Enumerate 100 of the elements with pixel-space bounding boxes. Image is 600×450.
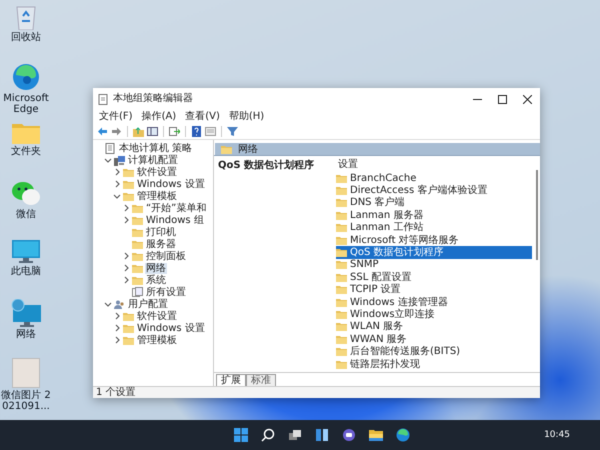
expand-chevron-icon[interactable] <box>122 252 130 260</box>
tree-item[interactable]: 打印机 <box>145 226 177 238</box>
close-icon[interactable] <box>523 94 532 104</box>
desktop-icon-label[interactable]: 网络 <box>16 329 36 340</box>
widgets-icon[interactable] <box>315 428 330 442</box>
tree-item[interactable]: 管理模板 <box>136 334 178 346</box>
edge-icon[interactable] <box>396 428 410 442</box>
console-tree-icon[interactable] <box>147 126 158 137</box>
tree-item[interactable]: 管理模板 <box>136 190 178 202</box>
desktop-icon-label[interactable]: Microsoft Edge <box>0 93 52 115</box>
document-icon <box>105 142 116 154</box>
network-monitor-icon <box>11 299 41 327</box>
filter-icon[interactable] <box>227 126 238 137</box>
tab[interactable]: 标准 <box>246 374 276 386</box>
desktop-icon-label[interactable]: 回收站 <box>11 32 41 43</box>
chat-icon[interactable] <box>342 428 356 442</box>
collapse-chevron-icon[interactable] <box>104 156 112 164</box>
properties-icon[interactable] <box>205 126 216 137</box>
menu-item[interactable]: 文件(F) <box>99 111 133 123</box>
expand-chevron-icon[interactable] <box>113 168 121 176</box>
folder-icon <box>132 252 143 260</box>
list-item[interactable]: Lanman 工作站 <box>336 222 532 234</box>
folder-icon <box>12 122 40 144</box>
list-item[interactable]: BranchCache <box>336 172 532 184</box>
help-icon[interactable] <box>191 126 202 137</box>
menu-item[interactable]: 帮助(H) <box>228 111 264 123</box>
scrollbar[interactable] <box>536 170 538 260</box>
collapse-chevron-icon[interactable] <box>104 300 112 308</box>
tree-item[interactable]: 计算机配置 <box>127 154 179 166</box>
collapse-chevron-icon[interactable] <box>113 192 121 200</box>
start-icon[interactable] <box>234 428 248 442</box>
tree-item[interactable]: Windows 设置 <box>136 322 206 334</box>
folder-up-icon[interactable] <box>133 126 144 137</box>
folder-icon <box>132 228 143 236</box>
list-item[interactable]: 后台智能传送服务(BITS) <box>336 345 532 358</box>
maximize-icon[interactable] <box>498 94 507 104</box>
tree-item[interactable]: “开始”菜单和 <box>145 202 208 214</box>
tree-item[interactable]: 控制面板 <box>145 250 187 262</box>
folder-icon <box>336 360 347 369</box>
expand-chevron-icon[interactable] <box>122 216 130 224</box>
list-item[interactable]: TCPIP 设置 <box>336 284 532 296</box>
tree-item[interactable]: 所有设置 <box>145 286 187 298</box>
column-header[interactable]: 设置 <box>338 159 358 171</box>
folder-icon <box>336 260 347 270</box>
list-item[interactable]: QoS 数据包计划程序 <box>336 246 532 259</box>
list-item[interactable]: SNMP <box>336 258 532 272</box>
desktop-icon-label[interactable]: 文件夹 <box>11 146 41 157</box>
folder-icon <box>123 192 134 200</box>
list-item[interactable]: Windows 连接管理器 <box>336 296 532 308</box>
tab[interactable]: 扩展 <box>216 374 246 386</box>
list-item[interactable]: SSL 配置设置 <box>336 271 532 284</box>
list-item[interactable]: WWAN 服务 <box>336 333 532 346</box>
folder-icon <box>336 272 347 282</box>
desktop-icon-label[interactable]: 微信 <box>16 209 36 220</box>
task-view-icon[interactable] <box>288 428 302 442</box>
tree-item[interactable]: Windows 组 <box>145 214 205 226</box>
back-arrow-icon[interactable] <box>97 126 108 137</box>
folder-icon <box>132 240 143 248</box>
menu-item[interactable]: 操作(A) <box>142 111 176 123</box>
list-item[interactable]: DirectAccess 客户端体验设置 <box>336 184 532 197</box>
folder-icon[interactable] <box>369 428 384 442</box>
recycle-bin-icon <box>15 4 37 30</box>
list-item[interactable]: DNS 客户端 <box>336 196 532 210</box>
tree-item[interactable]: 本地计算机 策略 <box>118 142 194 154</box>
edge-icon <box>12 63 40 91</box>
folder-icon <box>221 144 232 154</box>
expand-chevron-icon[interactable] <box>122 204 130 212</box>
list-item[interactable]: Lanman 服务器 <box>336 209 532 222</box>
folder-icon <box>336 310 347 319</box>
settings-icon <box>132 286 143 298</box>
list-item[interactable]: Windows立即连接 <box>336 308 532 321</box>
tree-item[interactable]: 软件设置 <box>136 310 178 322</box>
expand-chevron-icon[interactable] <box>113 180 121 188</box>
expand-chevron-icon[interactable] <box>122 264 130 272</box>
export-icon[interactable] <box>169 126 180 137</box>
tree-item[interactable]: 系统 <box>145 274 167 286</box>
expand-chevron-icon[interactable] <box>113 336 121 344</box>
tree-item[interactable]: 服务器 <box>145 238 177 250</box>
clock-time[interactable]: 10:45 <box>544 430 600 440</box>
tree-item[interactable]: Windows 设置 <box>136 178 206 190</box>
folder-icon <box>336 322 347 332</box>
expand-chevron-icon[interactable] <box>113 324 121 332</box>
expand-chevron-icon[interactable] <box>113 312 121 320</box>
folder-icon <box>132 204 143 212</box>
folder-icon <box>123 336 134 344</box>
list-item[interactable]: 链路层拓扑发现 <box>336 358 532 370</box>
menu-item[interactable]: 查看(V) <box>185 111 220 123</box>
search-icon[interactable] <box>261 428 276 442</box>
desktop-icon-label[interactable]: 此电脑 <box>11 266 41 277</box>
list-item[interactable]: WLAN 服务 <box>336 320 532 334</box>
folder-icon <box>336 334 347 344</box>
tree-item[interactable]: 软件设置 <box>136 166 178 178</box>
desktop-icon-label[interactable]: 微信图片 2021091... <box>0 390 52 412</box>
expand-chevron-icon[interactable] <box>122 276 130 284</box>
tree-item[interactable]: 用户配置 <box>127 298 169 310</box>
list-item[interactable]: Microsoft 对等网络服务 <box>336 234 532 246</box>
tree-item[interactable]: 网络 <box>145 262 167 274</box>
forward-arrow-icon[interactable] <box>111 126 122 137</box>
folder-icon <box>123 324 134 332</box>
folder-icon <box>336 210 347 220</box>
